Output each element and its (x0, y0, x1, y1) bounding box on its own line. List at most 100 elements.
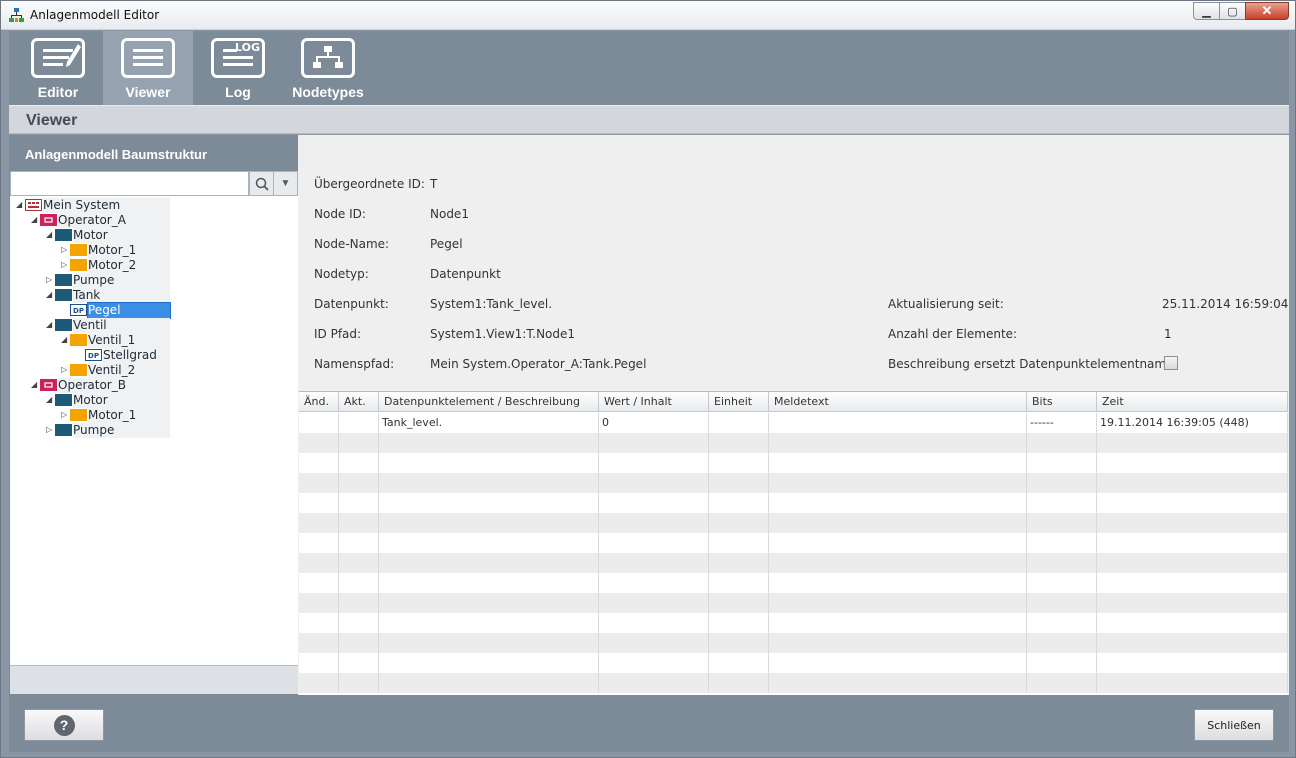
close-button[interactable]: Schließen (1194, 709, 1274, 741)
expand-arrow-icon[interactable]: ▷ (46, 426, 54, 434)
expand-arrow-icon[interactable]: ▷ (46, 276, 54, 284)
tree-node[interactable]: ◢ Ventil_1 (10, 333, 298, 348)
table-cell (379, 533, 599, 553)
expand-arrow-icon[interactable]: ▷ (61, 366, 69, 374)
table-row[interactable] (299, 653, 1288, 673)
expand-arrow-icon[interactable]: ▷ (61, 261, 69, 269)
tree-node[interactable]: ▷ Motor_1 (10, 243, 298, 258)
table-cell (1097, 533, 1288, 553)
datapoint-label: Datenpunkt: (314, 297, 389, 311)
collapse-arrow-icon[interactable]: ◢ (31, 216, 39, 224)
column-header[interactable]: Wert / Inhalt (599, 392, 709, 412)
table-cell (709, 413, 769, 433)
table-row[interactable] (299, 673, 1288, 693)
window-controls: ▁ ▢ ✕ (1193, 2, 1289, 21)
tree-filter-dropdown[interactable]: ▼ (273, 171, 298, 196)
collapse-arrow-icon[interactable]: ◢ (61, 336, 69, 344)
tree-node[interactable]: ▷ Motor_2 (10, 258, 298, 273)
tree-node[interactable]: ◢ Tank (10, 288, 298, 303)
node-id-value: Node1 (430, 207, 469, 221)
table-cell (1027, 453, 1097, 473)
collapse-arrow-icon[interactable]: ◢ (31, 381, 39, 389)
maximize-button[interactable]: ▢ (1219, 2, 1245, 20)
expand-arrow-icon[interactable]: ▷ (61, 246, 69, 254)
tree-node[interactable]: ▷ Ventil_2 (10, 363, 298, 378)
collapse-arrow-icon[interactable]: ◢ (46, 396, 54, 404)
column-header[interactable]: Akt. (339, 392, 379, 412)
table-cell (769, 493, 1027, 513)
table-row[interactable] (299, 433, 1288, 453)
updated-since-value: 25.11.2014 16:59:04 (1162, 297, 1289, 311)
close-window-button[interactable]: ✕ (1245, 2, 1289, 20)
table-cell (599, 613, 709, 633)
table-row[interactable] (299, 633, 1288, 653)
table-cell (709, 473, 769, 493)
tree-node[interactable]: DP Stellgrad (10, 348, 298, 363)
toolbar-editor-label: Editor (37, 84, 79, 100)
column-header[interactable]: Meldetext (769, 392, 1027, 412)
toolbar-nodetypes-button[interactable]: Nodetypes (283, 31, 373, 105)
column-header[interactable]: Datenpunktelement / Beschreibung (379, 392, 599, 412)
folder-dark-icon (55, 319, 72, 331)
name-path-value: Mein System.Operator_A:Tank.Pegel (430, 357, 647, 371)
tree-node-label: Motor_1 (88, 243, 170, 258)
table-row[interactable] (299, 573, 1288, 593)
table-cell (299, 413, 339, 433)
table-row[interactable] (299, 593, 1288, 613)
tree-view[interactable]: ◢ Mein System ◢ Operator_A ◢ Motor ▷ Motor_1 ▷ Mo… (10, 196, 298, 665)
table-cell (709, 633, 769, 653)
table-cell (299, 593, 339, 613)
tree-search-button[interactable] (249, 171, 274, 196)
table-cell (379, 673, 599, 693)
column-header[interactable]: Einheit (709, 392, 769, 412)
help-button[interactable]: ? (24, 709, 104, 741)
tree-node[interactable]: ▷ Pumpe (10, 273, 298, 288)
toolbar-editor-button[interactable]: Editor (13, 31, 103, 105)
tree-node[interactable]: ◢ Motor (10, 393, 298, 408)
tree-node[interactable]: ▷ Motor_1 (10, 408, 298, 423)
tree-node-label: Motor (73, 393, 170, 408)
table-cell (709, 433, 769, 453)
tree-node-label: Mein System (43, 198, 170, 213)
table-row[interactable] (299, 533, 1288, 553)
table-cell (769, 513, 1027, 533)
table-cell (299, 473, 339, 493)
table-row[interactable] (299, 613, 1288, 633)
tree-node[interactable]: ◢ Motor (10, 228, 298, 243)
tree-node[interactable]: ◢ Operator_A (10, 213, 298, 228)
datapoint-icon: DP (70, 304, 87, 316)
expand-arrow-icon[interactable]: ▷ (61, 411, 69, 419)
main-toolbar: Editor Viewer LOG Log Nodetypes (9, 31, 1289, 105)
table-row[interactable]: Tank_level. 0 ------ 19.11.2014 16:39:05 (4… (299, 413, 1288, 433)
collapse-arrow-icon[interactable]: ◢ (46, 231, 54, 239)
table-row[interactable] (299, 473, 1288, 493)
table-row[interactable] (299, 453, 1288, 473)
table-row[interactable] (299, 553, 1288, 573)
tree-node[interactable]: ◢ Operator_B (10, 378, 298, 393)
table-cell (299, 633, 339, 653)
tree-node[interactable]: ▷ Pumpe (10, 423, 298, 438)
tree-node[interactable]: ◢ Ventil (10, 318, 298, 333)
collapse-arrow-icon[interactable]: ◢ (16, 201, 24, 209)
tree-node[interactable]: ◢ Mein System (10, 198, 298, 213)
desc-replaces-label: Beschreibung ersetzt Datenpunktelementna… (888, 357, 1178, 371)
desc-replaces-checkbox[interactable] (1164, 356, 1178, 370)
toolbar-log-button[interactable]: LOG Log (193, 31, 283, 105)
name-path-label: Namenspfad: (314, 357, 395, 371)
tree-node[interactable]: DP Pegel (10, 302, 298, 319)
table-row[interactable] (299, 493, 1288, 513)
column-header[interactable]: Bits (1027, 392, 1097, 412)
table-cell (379, 473, 599, 493)
node-name-value: Pegel (430, 237, 463, 251)
table-cell (709, 673, 769, 693)
viewer-icon (121, 38, 175, 78)
collapse-arrow-icon[interactable]: ◢ (46, 321, 54, 329)
collapse-arrow-icon[interactable]: ◢ (46, 291, 54, 299)
table-cell (1027, 673, 1097, 693)
column-header[interactable]: Änd. (299, 392, 339, 412)
column-header[interactable]: Zeit (1097, 392, 1288, 412)
table-row[interactable] (299, 513, 1288, 533)
minimize-button[interactable]: ▁ (1193, 2, 1219, 20)
tree-search-input[interactable] (10, 171, 249, 196)
toolbar-viewer-button[interactable]: Viewer (103, 31, 193, 105)
